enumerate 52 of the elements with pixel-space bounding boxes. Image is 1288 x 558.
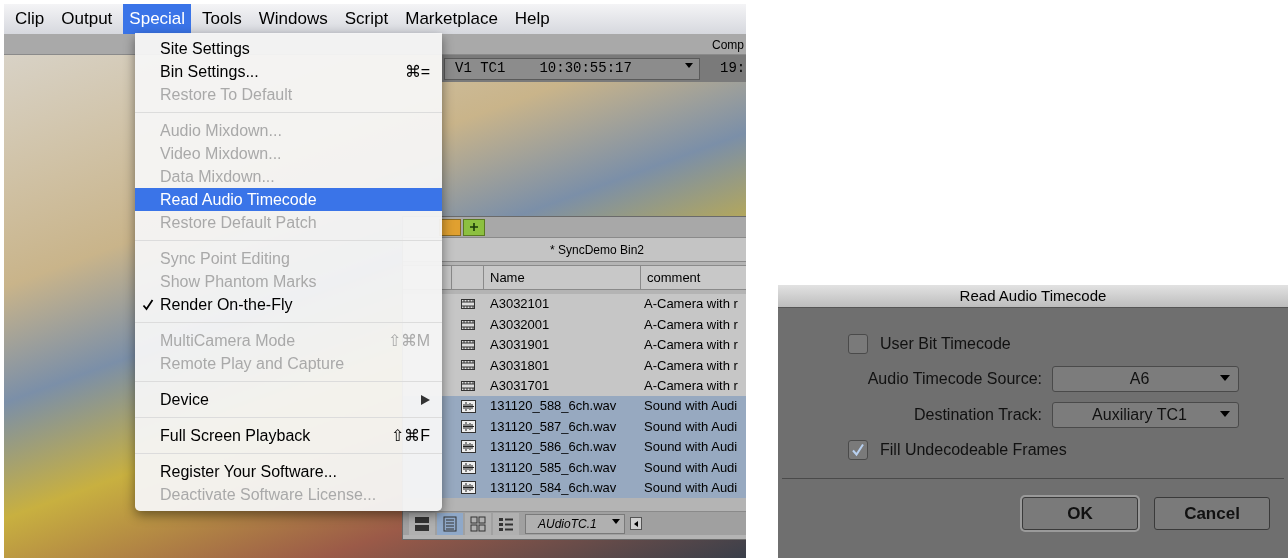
clip-comment: Sound with Audi — [643, 438, 739, 457]
track-label: V1 TC1 — [455, 59, 506, 78]
clip-name: A3032101 — [489, 295, 551, 314]
clip-name: A3032001 — [489, 315, 551, 334]
menu-item-label: Site Settings — [160, 38, 250, 59]
menu-item-label: Restore To Default — [160, 84, 293, 105]
clip-comment: Sound with Audi — [643, 478, 739, 497]
field-label: Audio Timecode Source: — [866, 369, 1042, 389]
clip-name: 131120_584_6ch.wav — [489, 478, 618, 497]
clip-name: A3031801 — [489, 356, 551, 375]
dialog-title: Read Audio Timecode — [778, 285, 1288, 308]
dropdown-value: A6 — [1129, 369, 1151, 389]
menu-item-label: MultiCamera Mode — [160, 330, 296, 351]
clip-name: 131120_587_6ch.wav — [489, 417, 618, 436]
bin-title: * SyncDemo Bin2 — [549, 241, 644, 259]
menu-item-label: Full Screen Playback — [160, 425, 311, 446]
menu-item-label: Audio Mixdown... — [160, 120, 282, 141]
menu-item-label: Deactivate Software License... — [160, 484, 377, 505]
clip-name: 131120_586_6ch.wav — [489, 438, 618, 457]
checkbox-label: User Bit Timecode — [880, 334, 1011, 354]
menu-item-label: Remote Play and Capture — [160, 353, 345, 374]
timecode: 10:30:55:17 — [539, 59, 632, 78]
clip-comment: A-Camera with r — [643, 377, 739, 395]
clip-comment: Sound with Audi — [643, 417, 739, 436]
menu-item-label: Render On-the-Fly — [160, 294, 293, 315]
clip-comment: A-Camera with r — [643, 356, 739, 375]
timecode: 19: — [720, 59, 746, 78]
clip-name: A3031701 — [489, 377, 551, 395]
menu-item-label: Read Audio Timecode — [160, 189, 317, 210]
clip-comment: A-Camera with r — [643, 336, 739, 355]
menu-item-label: Data Mixdown... — [160, 166, 275, 187]
shortcut-label: ⌘= — [404, 61, 430, 82]
menu-item-label: Sync Point Editing — [160, 248, 290, 269]
menu-item-label: Bin Settings... — [160, 61, 259, 82]
clip-comment: Sound with Audi — [643, 397, 739, 416]
menu-item-label: Device — [160, 389, 209, 410]
clip-name: A3031901 — [489, 336, 551, 355]
clip-comment: A-Camera with r — [643, 295, 739, 314]
clip-name: 131120_585_6ch.wav — [489, 458, 618, 477]
panel-title: Comp — [712, 37, 744, 54]
dropdown-value: Auxiliary TC1 — [1092, 405, 1188, 425]
shortcut-label: ⇧⌘F — [391, 425, 430, 446]
menu-item-label: Register Your Software... — [160, 461, 337, 482]
field-label: Destination Track: — [912, 405, 1042, 425]
clip-comment: Sound with Audi — [643, 458, 739, 477]
shortcut-label: ⇧⌘M — [387, 330, 430, 351]
menu-item-label: Video Mixdown... — [160, 143, 282, 164]
clip-comment: A-Camera with r — [643, 315, 739, 334]
checkbox-label: Fill Undecodeable Frames — [880, 440, 1067, 460]
menu-item-label: Show Phantom Marks — [160, 271, 317, 292]
clip-name: 131120_588_6ch.wav — [489, 397, 618, 416]
menu-item-label: Restore Default Patch — [160, 212, 317, 233]
